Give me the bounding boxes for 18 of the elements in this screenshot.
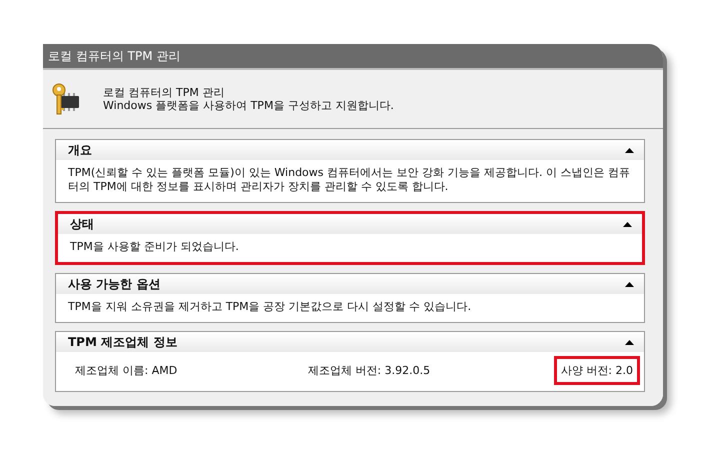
collapse-icon[interactable] xyxy=(625,148,634,152)
section-text: TPM을 사용할 준비가 되었습니다. xyxy=(70,240,239,253)
section-title: 사용 가능한 옵션 xyxy=(68,276,160,292)
section-text: TPM을 지워 소유권을 제거하고 TPM을 공장 기본값으로 다시 설정할 수 있습니다. xyxy=(68,300,472,313)
collapse-icon[interactable] xyxy=(625,282,634,286)
header-title: 로컬 컴퓨터의 TPM 관리 xyxy=(103,86,226,99)
section-title: TPM 제조업체 정보 xyxy=(68,334,178,350)
section-text: TPM(신뢰할 수 있는 플랫폼 모듈)이 있는 Windows 컴퓨터에서는 보안 강화 기능을 제공합니다. 이 스냅인은 컴퓨터의 TPM에 대한 정보를 표시하며 관리자가 장치를 관리할 수 있도록 합니다. xyxy=(68,166,630,193)
info-field: 사양 버전: 2.0 xyxy=(554,356,640,385)
info-field: 제조업체 이름: AMD xyxy=(68,356,184,385)
section-title: 개요 xyxy=(68,142,92,158)
key-chip-icon xyxy=(51,82,81,116)
collapse-icon[interactable] xyxy=(625,340,634,344)
section-title: 상태 xyxy=(70,216,94,232)
info-field: 제조업체 버전: 3.92.0.5 xyxy=(300,356,438,385)
collapse-icon[interactable] xyxy=(623,222,632,226)
window-title: 로컬 컴퓨터의 TPM 관리 xyxy=(48,48,180,64)
header-subtitle: Windows 플랫폼을 사용하여 TPM을 구성하고 지원합니다. xyxy=(103,99,394,112)
